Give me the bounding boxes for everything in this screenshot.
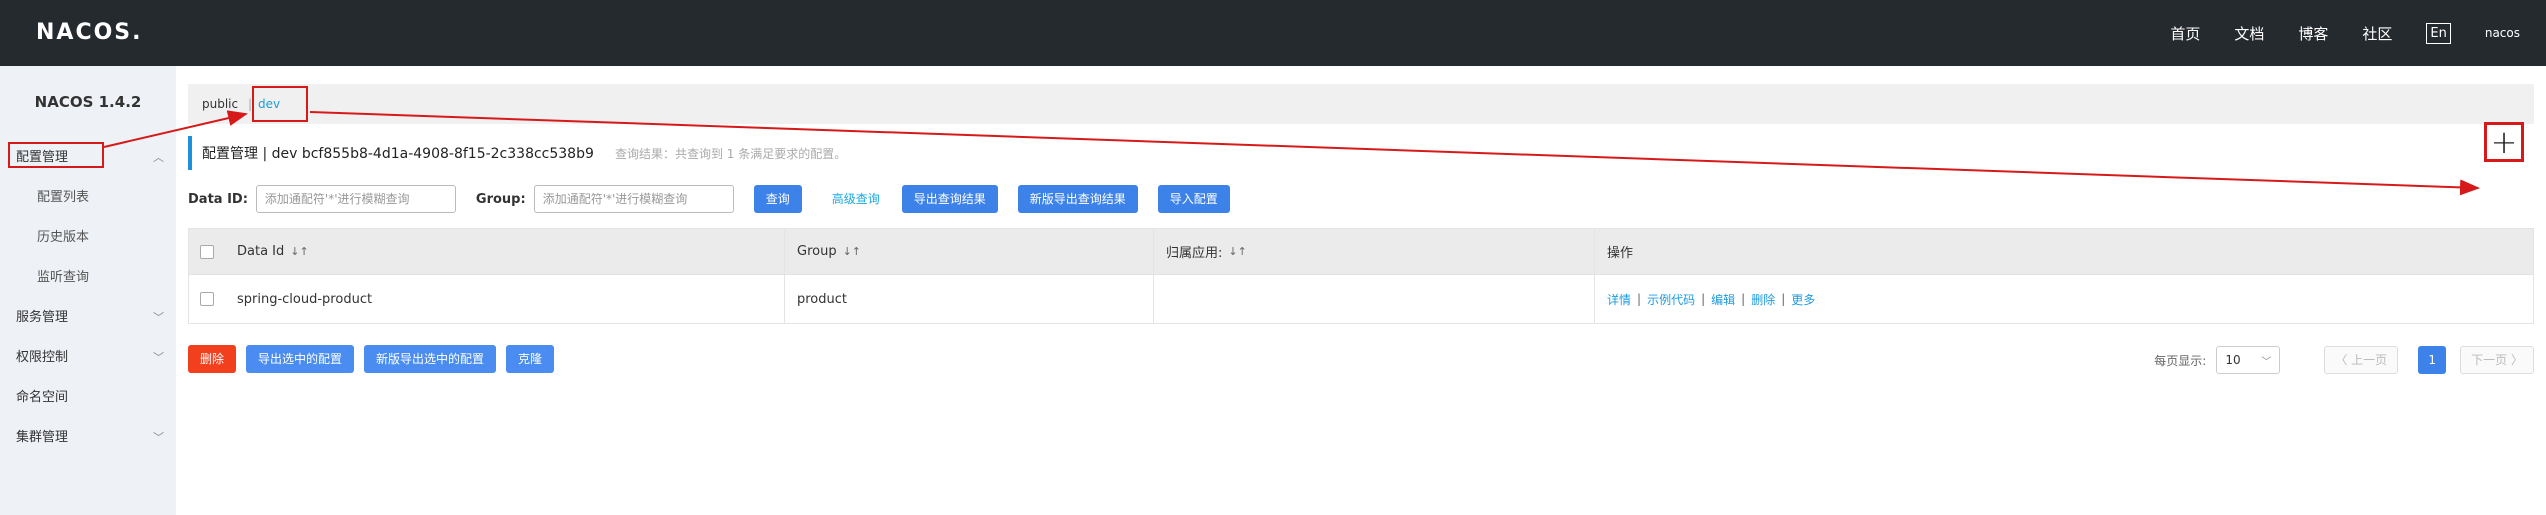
group-label: Group:	[475, 191, 526, 207]
header-label: 归属应用:	[1166, 246, 1223, 261]
export-selected-button[interactable]: 导出选中的配置	[246, 345, 355, 373]
page-title: 配置管理 | dev bcf855b8-4d1a-4908-8f15-2c338…	[188, 136, 846, 170]
dataid-label: Data ID:	[188, 191, 248, 207]
export-result-button[interactable]: 导出查询结果	[901, 185, 998, 213]
sort-icon[interactable]: ↓↑	[290, 245, 308, 258]
op-sample-code-link[interactable]: 示例代码	[1647, 291, 1695, 308]
cell-operations: 详情 | 示例代码 | 编辑 | 删除 | 更多	[1595, 275, 2533, 323]
op-separator: |	[1781, 292, 1786, 306]
chevron-down-icon: ﹀	[153, 431, 164, 444]
query-result-hint: 查询结果：共查询到 1 条满足要求的配置。	[614, 147, 847, 161]
sidebar-item-label: 权限控制	[16, 350, 69, 365]
sidebar-item-listener-query[interactable]: 监听查询	[0, 258, 176, 298]
sidebar-item-cluster-management[interactable]: 集群管理 ﹀	[0, 418, 176, 458]
user-name[interactable]: nacos	[2485, 26, 2520, 40]
sidebar-item-history[interactable]: 历史版本	[0, 218, 176, 258]
prev-page-button[interactable]: 〈 上一页	[2324, 346, 2399, 374]
header-label: Group	[797, 244, 837, 259]
sidebar-item-label: 服务管理	[16, 310, 69, 325]
select-all-checkbox[interactable]	[200, 244, 214, 259]
sort-icon[interactable]: ↓↑	[1228, 245, 1246, 258]
sidebar-item-label: 集群管理	[16, 430, 69, 445]
table-header: Data Id ↓↑ Group ↓↑ 归属应用: ↓↑ 操作	[189, 229, 2533, 275]
page-size-select[interactable]: 10 ﹀	[2216, 346, 2281, 374]
annotation-box-config-menu	[8, 142, 104, 168]
bulk-actions: 删除 导出选中的配置 新版导出选中的配置 克隆	[188, 344, 564, 374]
nav-docs[interactable]: 文档	[2234, 23, 2264, 44]
nav-blog[interactable]: 博客	[2298, 23, 2328, 44]
top-nav: 首页 文档 博客 社区 En nacos	[2170, 0, 2546, 66]
page-title-text: 配置管理 | dev bcf855b8-4d1a-4908-8f15-2c338…	[202, 146, 594, 162]
header-operations: 操作	[1595, 229, 2533, 274]
header-app[interactable]: 归属应用: ↓↑	[1154, 229, 1595, 274]
namespace-public[interactable]: public	[202, 97, 238, 111]
op-separator: |	[1637, 292, 1642, 306]
op-separator: |	[1701, 292, 1706, 306]
chevron-down-icon: ﹀	[2261, 356, 2272, 368]
delete-button[interactable]: 删除	[188, 345, 237, 373]
nacos-logo[interactable]: NACOS.	[36, 20, 143, 45]
cell-app	[1154, 275, 1595, 323]
op-delete-link[interactable]: 删除	[1751, 291, 1775, 308]
row-checkbox[interactable]	[200, 292, 214, 306]
header-label: 操作	[1607, 246, 1634, 261]
language-toggle[interactable]: En	[2426, 22, 2451, 44]
namespace-bar: public | dev	[188, 84, 2534, 124]
pagination: 每页显示: 10 ﹀ 〈 上一页 1 下一页 〉	[2154, 346, 2534, 374]
new-export-selected-button[interactable]: 新版导出选中的配置	[364, 345, 497, 373]
sidebar-item-access-control[interactable]: 权限控制 ﹀	[0, 338, 176, 378]
op-edit-link[interactable]: 编辑	[1711, 291, 1735, 308]
sidebar-item-config-list[interactable]: 配置列表	[0, 178, 176, 218]
group-input[interactable]	[533, 185, 734, 213]
op-separator: |	[1741, 292, 1746, 306]
chevron-down-icon: ﹀	[153, 311, 164, 324]
table-row: spring-cloud-product product 详情 | 示例代码 |…	[189, 275, 2533, 323]
query-button[interactable]: 查询	[753, 185, 802, 213]
page-size-label: 每页显示:	[2154, 353, 2207, 368]
chevron-down-icon: ﹀	[153, 351, 164, 364]
annotation-box-dev-namespace	[252, 86, 308, 122]
nav-community[interactable]: 社区	[2362, 23, 2392, 44]
op-more-link[interactable]: 更多	[1791, 291, 1815, 308]
add-config-button[interactable]: +	[2484, 122, 2524, 162]
current-page[interactable]: 1	[2418, 346, 2447, 374]
clone-button[interactable]: 克隆	[506, 345, 555, 373]
header-data-id[interactable]: Data Id ↓↑	[225, 229, 785, 274]
cell-group: product	[785, 275, 1154, 323]
config-table: Data Id ↓↑ Group ↓↑ 归属应用: ↓↑ 操作 spring-c…	[188, 228, 2534, 324]
chevron-up-icon: ︿	[153, 151, 164, 164]
header-label: Data Id	[237, 244, 285, 259]
version-label: NACOS 1.4.2	[34, 93, 142, 111]
nav-home[interactable]: 首页	[2170, 23, 2200, 44]
op-detail-link[interactable]: 详情	[1607, 291, 1631, 308]
filter-bar: Data ID: Group: 查询 高级查询 导出查询结果 新版导出查询结果 …	[188, 184, 1230, 214]
sidebar: NACOS 1.4.2 配置管理 ︿ 配置列表 历史版本 监听查询 服务管理 ﹀…	[0, 66, 176, 515]
next-page-button[interactable]: 下一页 〉	[2460, 346, 2534, 374]
select-all-cell	[189, 229, 225, 274]
sidebar-item-service-management[interactable]: 服务管理 ﹀	[0, 298, 176, 338]
new-export-result-button[interactable]: 新版导出查询结果	[1017, 185, 1138, 213]
app-root: NACOS. 首页 文档 博客 社区 En nacos NACOS 1.4.2 …	[0, 0, 2546, 515]
row-select-cell	[189, 275, 225, 323]
dataid-input[interactable]	[255, 185, 456, 213]
advanced-query-link[interactable]: 高级查询	[822, 185, 890, 213]
header-group[interactable]: Group ↓↑	[785, 229, 1154, 274]
page-size-value: 10	[2225, 353, 2241, 367]
import-config-button[interactable]: 导入配置	[1157, 185, 1230, 213]
cell-data-id: spring-cloud-product	[225, 275, 785, 323]
top-header: NACOS. 首页 文档 博客 社区 En nacos	[0, 0, 2546, 66]
sort-icon[interactable]: ↓↑	[843, 245, 861, 258]
sidebar-item-namespace[interactable]: 命名空间	[0, 378, 176, 418]
